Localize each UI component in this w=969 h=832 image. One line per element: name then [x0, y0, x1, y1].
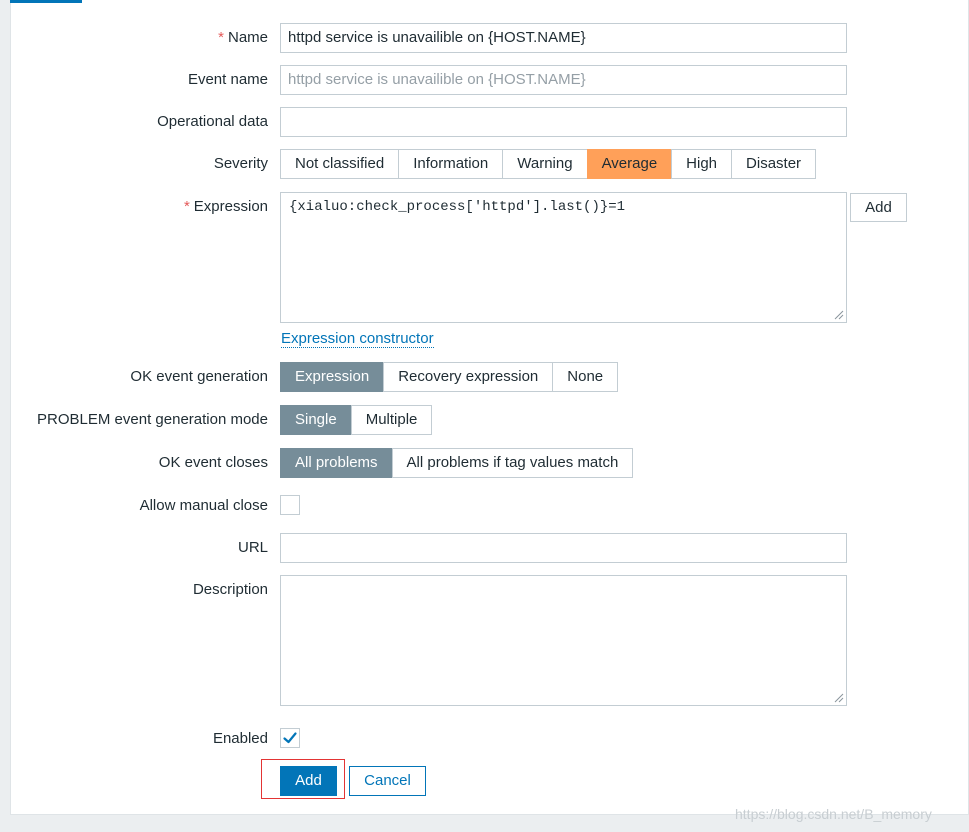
event-name-input[interactable]: httpd service is unavailible on {HOST.NA…: [280, 65, 847, 95]
expression-constructor-link[interactable]: Expression constructor: [281, 330, 434, 348]
name-input[interactable]: httpd service is unavailible on {HOST.NA…: [280, 23, 847, 53]
expression-textarea[interactable]: {xialuo:check_process['httpd'].last()}=1: [280, 192, 847, 323]
event-name-label: Event name: [187, 71, 268, 88]
watermark: https://blog.csdn.net/B_memory: [735, 806, 932, 822]
allow-manual-close-label: Allow manual close: [139, 497, 268, 514]
problem-mode-label: PROBLEM event generation mode: [37, 411, 268, 428]
ok-event-closes-selector: All problems All problems if tag values …: [280, 448, 634, 478]
required-marker: *: [183, 198, 190, 215]
resize-grip-icon[interactable]: [834, 310, 844, 320]
operational-data-label: Operational data: [157, 113, 268, 130]
severity-disaster[interactable]: Disaster: [731, 149, 817, 179]
ok-closes-all-problems[interactable]: All problems: [280, 448, 393, 478]
add-expression-button[interactable]: Add: [850, 193, 907, 222]
severity-information[interactable]: Information: [398, 149, 504, 179]
url-label: URL: [237, 539, 268, 556]
severity-selector: Not classified Information Warning Avera…: [280, 149, 817, 179]
ok-event-generation-label: OK event generation: [130, 368, 268, 385]
problem-mode-single[interactable]: Single: [280, 405, 352, 435]
allow-manual-close-checkbox[interactable]: [280, 495, 300, 515]
severity-warning[interactable]: Warning: [502, 149, 588, 179]
description-textarea[interactable]: [280, 575, 847, 706]
ok-gen-none[interactable]: None: [552, 362, 619, 392]
severity-label: Severity: [213, 155, 268, 172]
name-label-text: Name: [227, 29, 268, 46]
checkmark-icon: [283, 732, 297, 744]
enabled-checkbox[interactable]: [280, 728, 300, 748]
active-tab-indicator: [10, 0, 82, 3]
ok-event-closes-label: OK event closes: [158, 454, 268, 471]
ok-event-generation-selector: Expression Recovery expression None: [280, 362, 619, 392]
ok-closes-tag-match[interactable]: All problems if tag values match: [391, 448, 634, 478]
ok-gen-expression[interactable]: Expression: [280, 362, 385, 392]
severity-average[interactable]: Average: [586, 149, 673, 179]
expression-value: {xialuo:check_process['httpd'].last()}=1: [289, 199, 626, 215]
operational-data-input[interactable]: [280, 107, 847, 137]
ok-gen-recovery-expression[interactable]: Recovery expression: [383, 362, 554, 392]
name-label: * Name: [218, 29, 268, 46]
add-button[interactable]: Add: [280, 766, 337, 796]
url-input[interactable]: [280, 533, 847, 563]
expression-label: * Expression: [184, 198, 268, 215]
description-label: Description: [192, 581, 268, 598]
cancel-button[interactable]: Cancel: [349, 766, 426, 796]
expression-label-text: Expression: [193, 198, 268, 215]
problem-mode-multiple[interactable]: Multiple: [350, 405, 433, 435]
severity-not-classified[interactable]: Not classified: [280, 149, 400, 179]
severity-high[interactable]: High: [671, 149, 733, 179]
enabled-label: Enabled: [212, 730, 268, 747]
problem-mode-selector: Single Multiple: [280, 405, 433, 435]
required-marker: *: [218, 29, 224, 46]
resize-grip-icon[interactable]: [834, 693, 844, 703]
